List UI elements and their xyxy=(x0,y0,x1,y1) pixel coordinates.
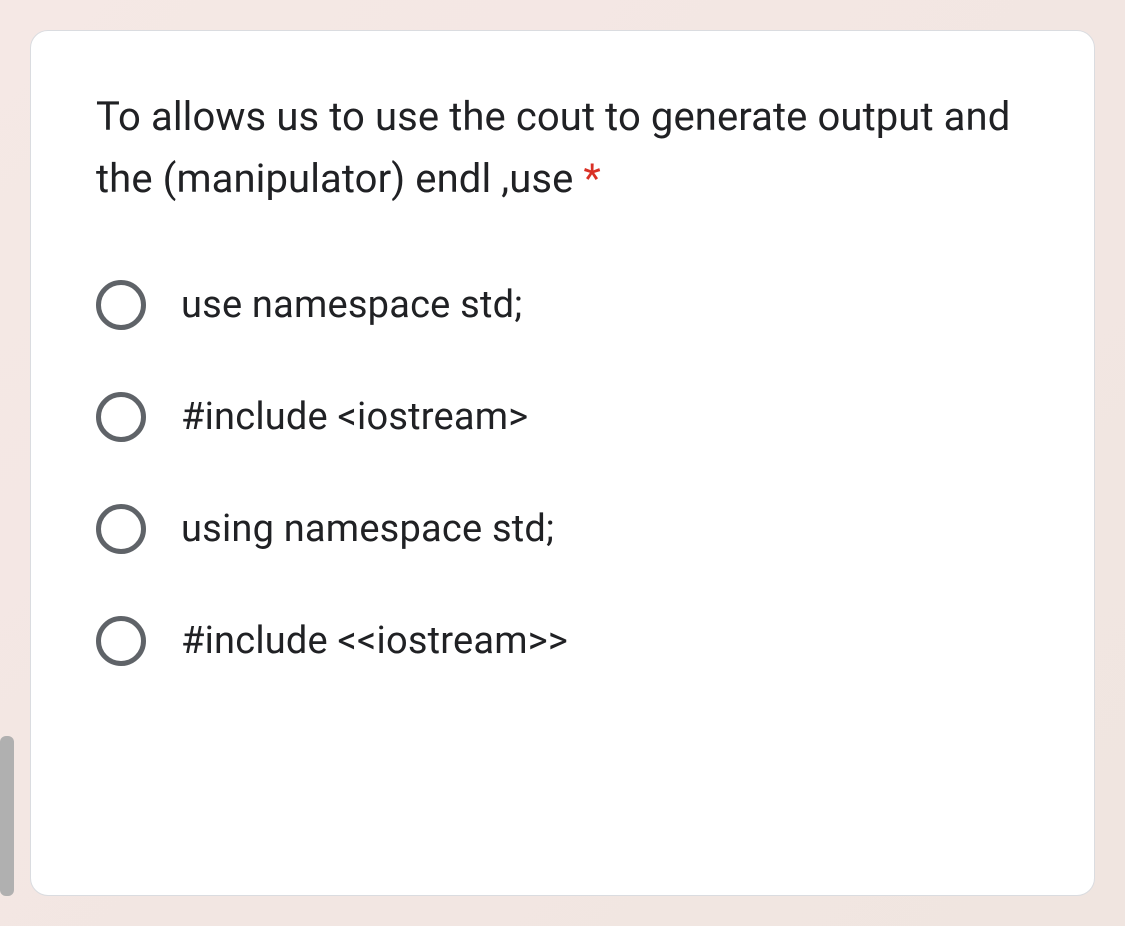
radio-icon xyxy=(96,616,146,666)
question-text: To allows us to use the cout to generate… xyxy=(96,86,1029,210)
radio-option-3[interactable]: using namespace std; xyxy=(96,504,1029,554)
radio-option-4[interactable]: #include <<iostream>> xyxy=(96,616,1029,666)
radio-icon xyxy=(96,504,146,554)
required-asterisk: * xyxy=(584,155,601,202)
radio-icon xyxy=(96,392,146,442)
radio-option-2[interactable]: #include <iostream> xyxy=(96,392,1029,442)
question-card: To allows us to use the cout to generate… xyxy=(30,30,1095,896)
option-label: #include <<iostream>> xyxy=(181,619,568,663)
question-body: To allows us to use the cout to generate… xyxy=(96,93,1010,202)
radio-option-1[interactable]: use namespace std; xyxy=(96,280,1029,330)
radio-icon xyxy=(96,280,146,330)
options-group: use namespace std; #include <iostream> u… xyxy=(96,280,1029,666)
scroll-indicator xyxy=(0,736,14,896)
option-label: using namespace std; xyxy=(181,507,554,551)
option-label: #include <iostream> xyxy=(181,395,528,439)
option-label: use namespace std; xyxy=(181,283,522,327)
